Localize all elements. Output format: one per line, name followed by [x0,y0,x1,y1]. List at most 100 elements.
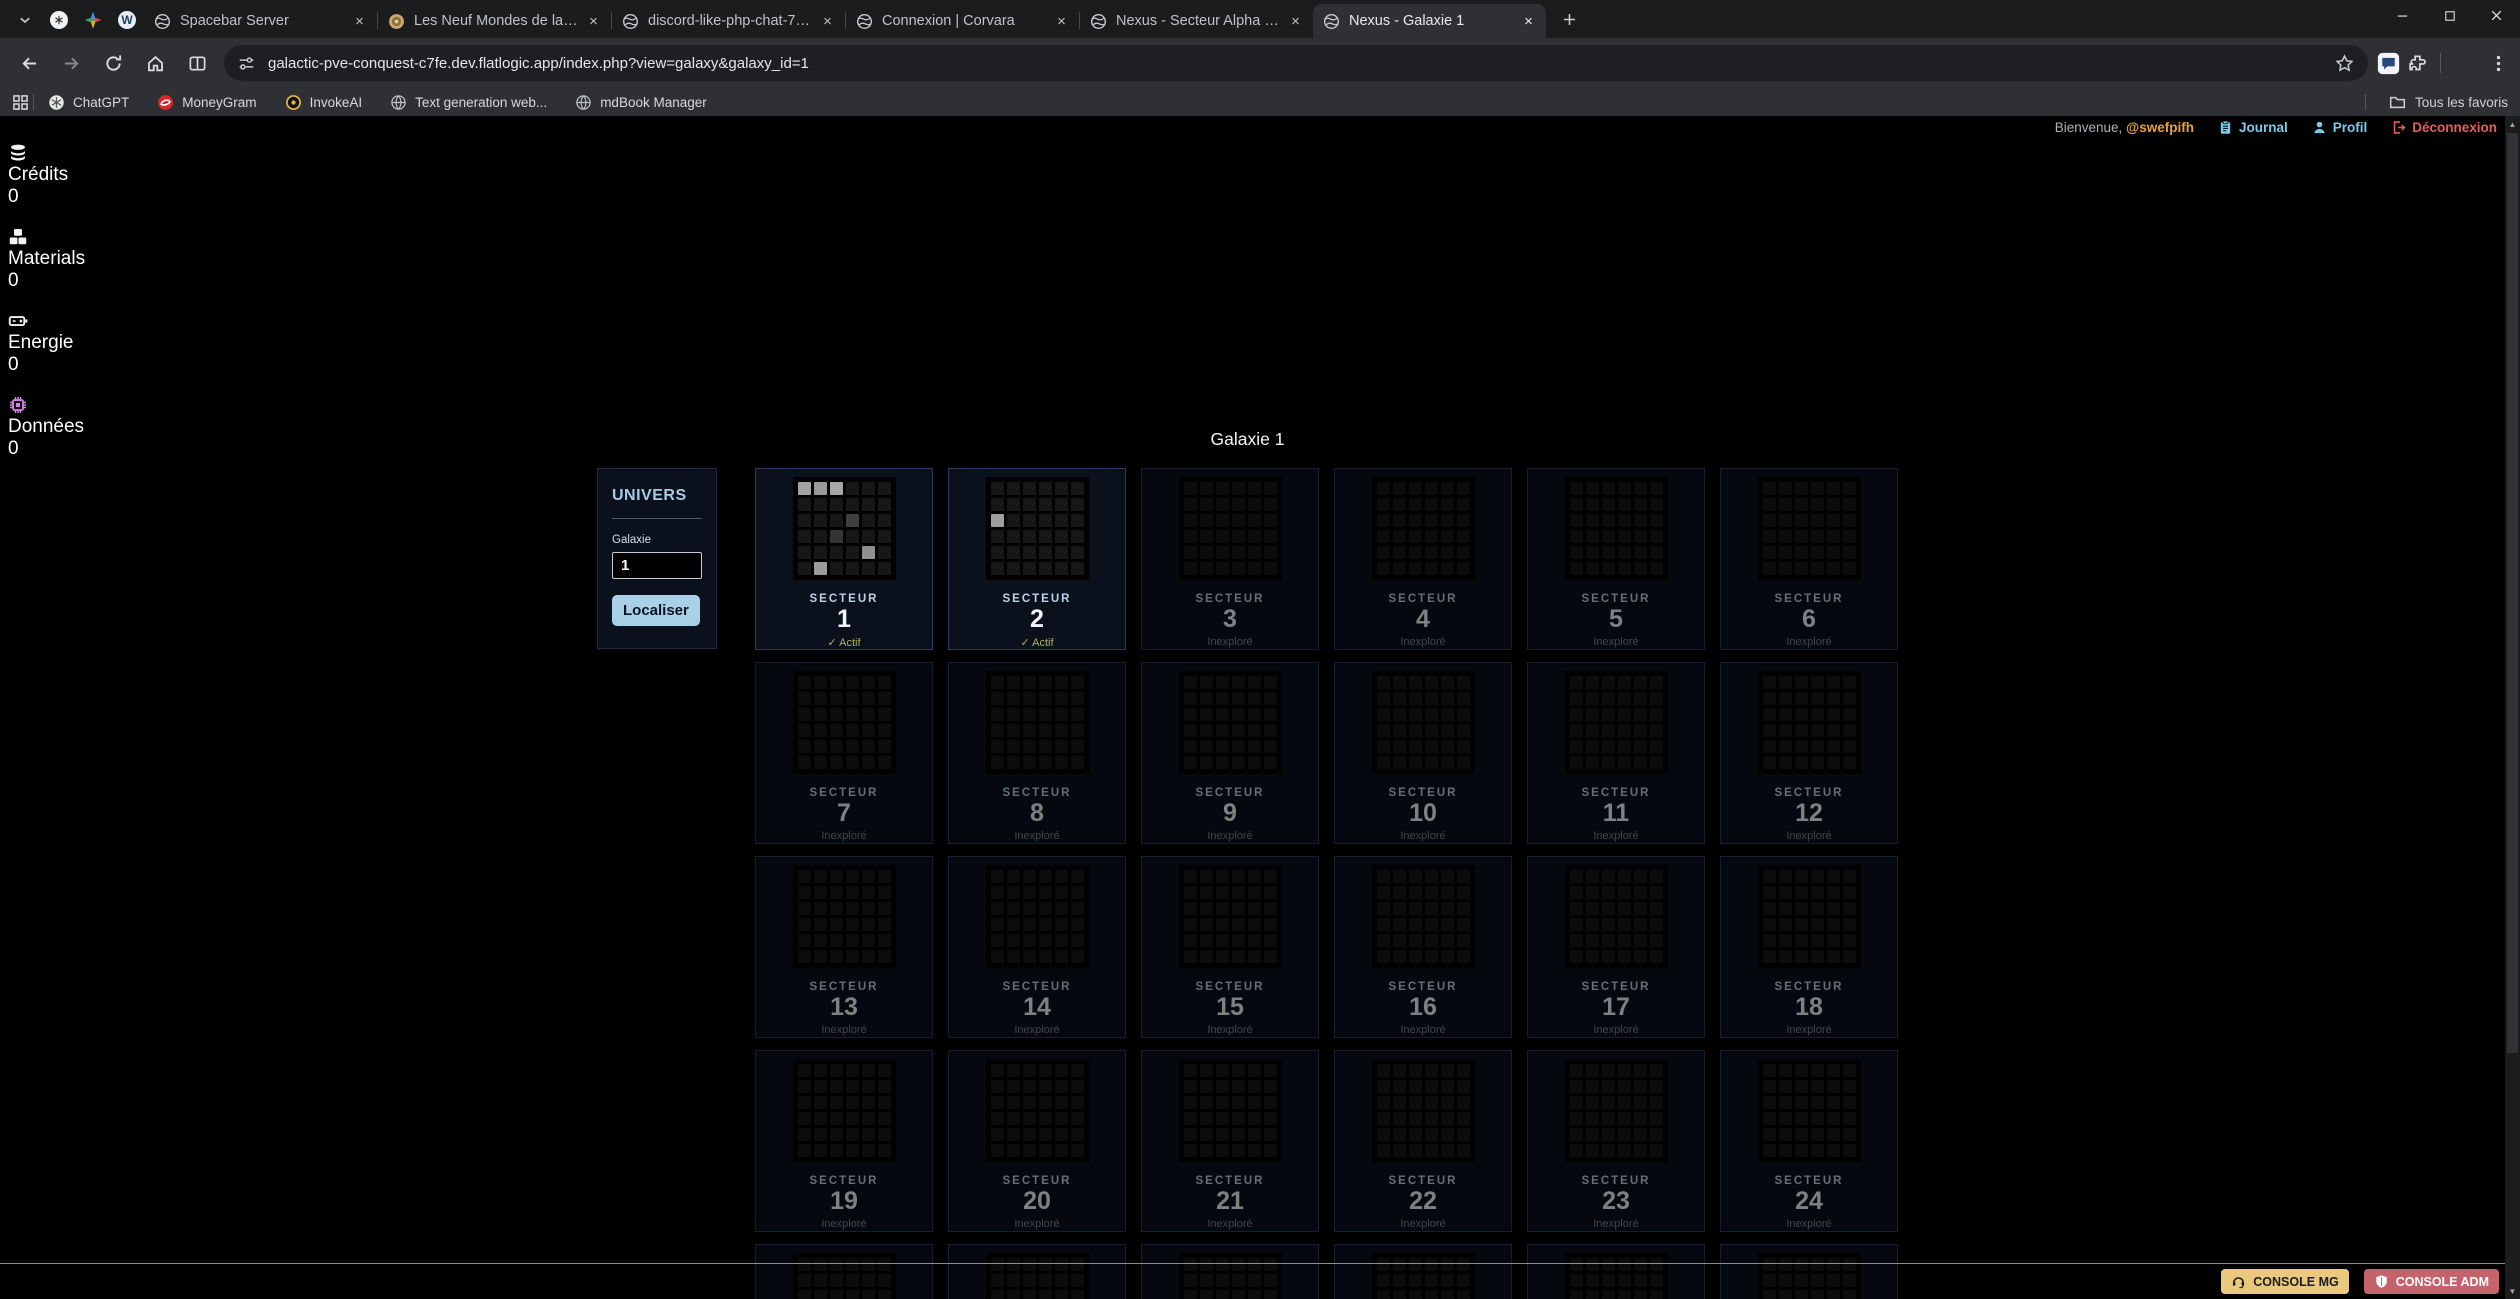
pinned-tab[interactable] [76,5,110,35]
sector-cell [1602,530,1615,543]
sector-cell [1055,918,1068,931]
sector-card-19[interactable]: SECTEUR 19 Inexploré [755,1050,933,1232]
galaxie-input[interactable] [612,552,702,579]
bookmark-item[interactable]: mdBook Manager [575,94,707,111]
sector-card-14[interactable]: SECTEUR 14 Inexploré [948,856,1126,1038]
extension-chat-icon[interactable] [2376,51,2401,76]
forward-button[interactable] [52,44,90,82]
sector-cell [1184,886,1197,899]
sector-cell [1232,1144,1245,1157]
split-view-button[interactable] [178,44,216,82]
new-tab-button[interactable] [1554,4,1584,34]
vertical-scrollbar[interactable]: ▲ ▼ [2505,116,2520,1299]
browser-tab[interactable]: Spacebar Server × [144,4,377,38]
site-settings-icon[interactable] [238,55,255,72]
header-link-journal[interactable]: Journal [2218,120,2288,135]
sector-cell [1023,740,1036,753]
sector-card-1[interactable]: SECTEUR 1 ✓ Actif [755,468,933,650]
bookmark-star-icon[interactable] [2335,54,2354,73]
sector-card-16[interactable]: SECTEUR 16 Inexploré [1334,856,1512,1038]
console-adm-button[interactable]: CONSOLE ADM [2364,1269,2499,1294]
tab-close-button[interactable]: × [1286,12,1305,31]
tab-search-button[interactable] [10,6,40,34]
sector-card-17[interactable]: SECTEUR 17 Inexploré [1527,856,1705,1038]
sector-cell [1795,756,1808,769]
sector-card-7[interactable]: SECTEUR 7 Inexploré [755,662,933,844]
localiser-button[interactable]: Localiser [612,595,700,626]
scroll-down-icon[interactable]: ▼ [2505,1283,2520,1299]
browser-tab[interactable]: discord-like-php-chat-7262.dev × [612,4,845,38]
sector-card-5[interactable]: SECTEUR 5 Inexploré [1527,468,1705,650]
header-link-dconnexion[interactable]: Déconnexion [2391,120,2497,135]
sector-card-22[interactable]: SECTEUR 22 Inexploré [1334,1050,1512,1232]
browser-tab[interactable]: Les Neuf Mondes de la Mythol × [378,4,611,38]
all-bookmarks[interactable]: Tous les favoris [2363,94,2508,111]
sector-cell [1232,756,1245,769]
tab-close-button[interactable]: × [350,12,369,31]
pinned-tab[interactable]: W [110,5,144,35]
sector-card-6[interactable]: SECTEUR 6 Inexploré [1720,468,1898,650]
sector-cell [1570,1112,1583,1125]
sector-cell [1441,1144,1454,1157]
reload-button[interactable] [94,44,132,82]
sector-card-11[interactable]: SECTEUR 11 Inexploré [1527,662,1705,844]
header-link-profil[interactable]: Profil [2312,120,2368,135]
sector-cell [1055,1096,1068,1109]
browser-menu-icon[interactable] [2489,54,2508,73]
sector-cell [1570,562,1583,575]
window-close-button[interactable] [2473,0,2520,31]
extensions-puzzle-icon[interactable] [2407,53,2428,74]
sector-cell [1843,1080,1856,1093]
sector-card-10[interactable]: SECTEUR 10 Inexploré [1334,662,1512,844]
pinned-tab[interactable] [42,5,76,35]
sector-card-20[interactable]: SECTEUR 20 Inexploré [948,1050,1126,1232]
sector-cell [878,870,891,883]
sector-cell [1071,708,1084,721]
logout-icon [2391,120,2406,135]
sector-cell [798,740,811,753]
profile-avatar[interactable] [2453,50,2479,76]
bookmark-item[interactable]: MoneyGram [157,94,256,111]
sector-cell [830,1096,843,1109]
sector-cell [991,724,1004,737]
sector-card-12[interactable]: SECTEUR 12 Inexploré [1720,662,1898,844]
sector-card-2[interactable]: SECTEUR 2 ✓ Actif [948,468,1126,650]
sector-card-23[interactable]: SECTEUR 23 Inexploré [1527,1050,1705,1232]
sector-card-4[interactable]: SECTEUR 4 Inexploré [1334,468,1512,650]
sector-cell [1007,530,1020,543]
browser-tab[interactable]: Nexus - Secteur Alpha [G1] × [1080,4,1313,38]
window-minimize-button[interactable] [2379,0,2426,31]
sector-card-21[interactable]: SECTEUR 21 Inexploré [1141,1050,1319,1232]
sector-card-13[interactable]: SECTEUR 13 Inexploré [755,856,933,1038]
back-button[interactable] [10,44,48,82]
sector-card-15[interactable]: SECTEUR 15 Inexploré [1141,856,1319,1038]
sector-cell [878,1064,891,1077]
bookmark-item[interactable]: InvokeAI [285,94,363,111]
home-button[interactable] [136,44,174,82]
bookmark-item[interactable]: ChatGPT [48,94,129,111]
sector-cell [846,740,859,753]
sector-card-3[interactable]: SECTEUR 3 Inexploré [1141,468,1319,650]
scroll-up-icon[interactable]: ▲ [2505,116,2520,132]
browser-tab[interactable]: Nexus - Galaxie 1 × [1313,4,1546,38]
sector-cell [991,676,1004,689]
sector-cell [1441,934,1454,947]
sector-cell [1055,950,1068,963]
sector-card-18[interactable]: SECTEUR 18 Inexploré [1720,856,1898,1038]
sector-cell [1843,546,1856,559]
scrollbar-thumb[interactable] [2507,133,2518,1053]
tab-close-button[interactable]: × [1519,12,1538,31]
sector-card-24[interactable]: SECTEUR 24 Inexploré [1720,1050,1898,1232]
tab-close-button[interactable]: × [818,12,837,31]
address-bar[interactable]: galactic-pve-conquest-c7fe.dev.flatlogic… [224,45,2368,81]
window-maximize-button[interactable] [2426,0,2473,31]
browser-tab[interactable]: Connexion | Corvara × [846,4,1079,38]
apps-grid-icon[interactable] [12,94,29,111]
console-mg-button[interactable]: CONSOLE MG [2221,1269,2348,1294]
bookmark-item[interactable]: Text generation web... [390,94,547,111]
sector-card-8[interactable]: SECTEUR 8 Inexploré [948,662,1126,844]
tab-close-button[interactable]: × [1052,12,1071,31]
sector-cell [1232,934,1245,947]
tab-close-button[interactable]: × [584,12,603,31]
sector-card-9[interactable]: SECTEUR 9 Inexploré [1141,662,1319,844]
